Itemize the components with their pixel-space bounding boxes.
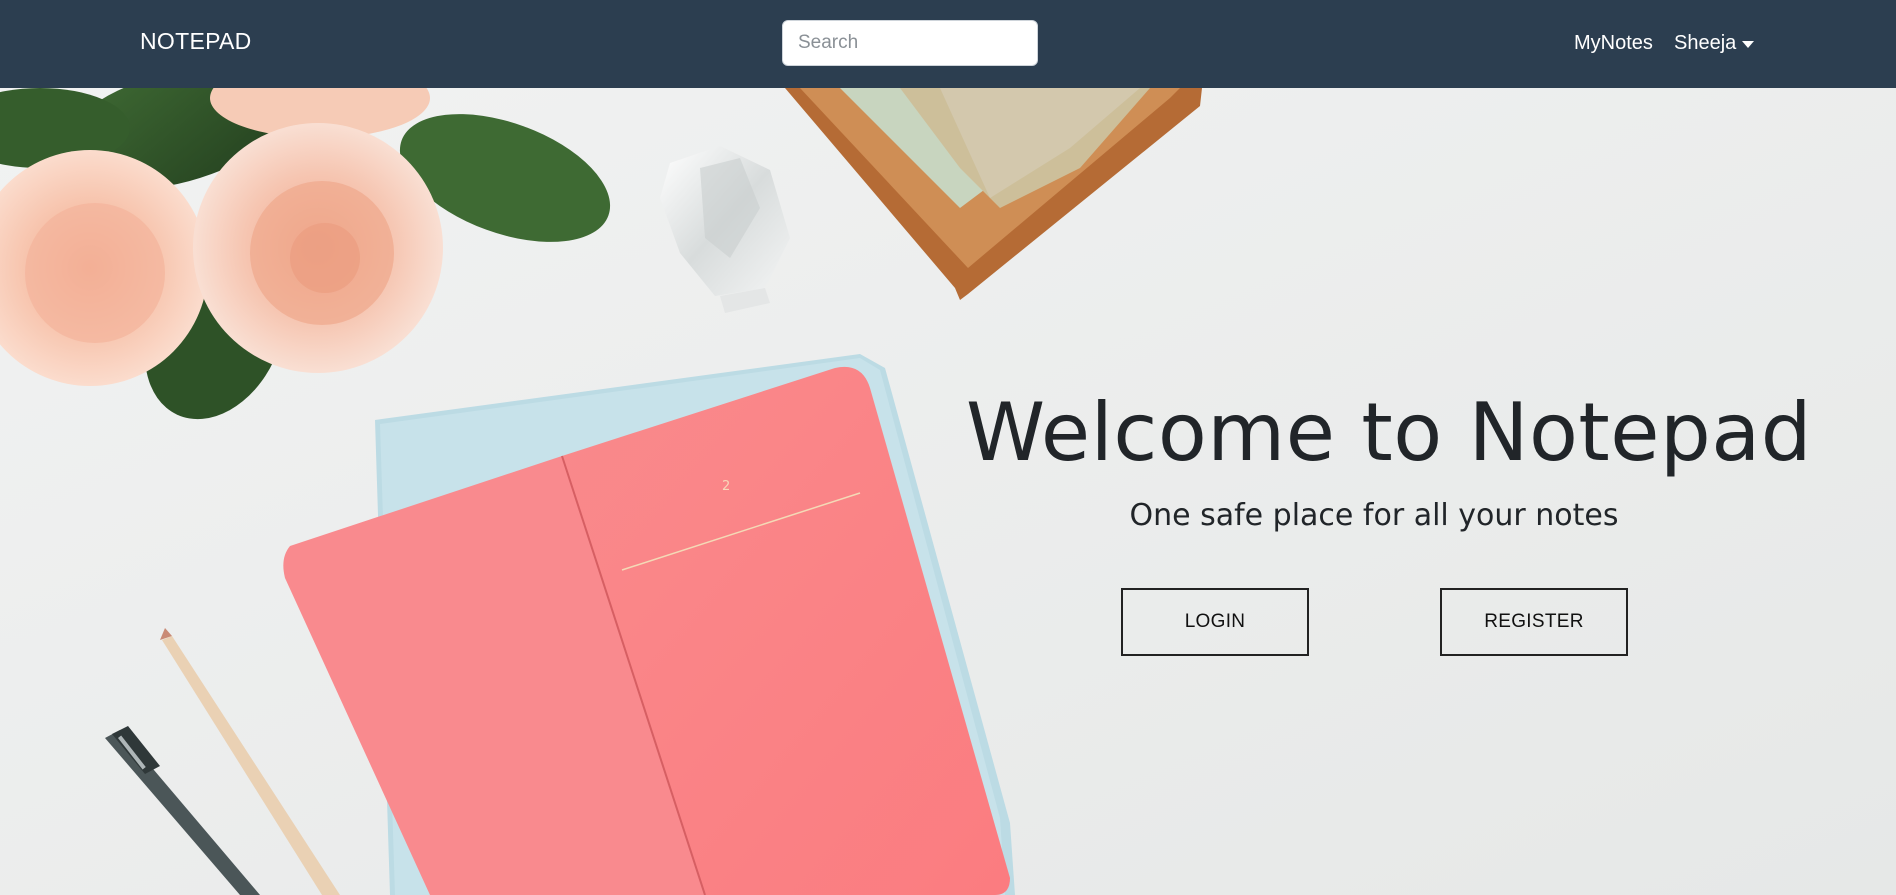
register-button[interactable]: REGISTER: [1440, 588, 1628, 656]
search-input[interactable]: [782, 20, 1038, 66]
user-menu-dropdown[interactable]: Sheeja: [1674, 32, 1755, 55]
top-navbar: NOTEPAD MyNotes Sheeja: [0, 0, 1896, 88]
hero-section: 2 Welcome to Notepad One safe place for …: [0, 88, 1896, 895]
hero-background-image: 2: [0, 88, 1896, 895]
brand-logo[interactable]: NOTEPAD: [140, 28, 252, 55]
nav-link-mynotes[interactable]: MyNotes: [1574, 32, 1653, 55]
notebook-page-number: 2: [722, 479, 730, 494]
user-menu-label: Sheeja: [1674, 32, 1737, 54]
hero-subtitle: One safe place for all your notes: [1129, 498, 1619, 533]
hero-title: Welcome to Notepad: [966, 386, 1813, 479]
caret-down-icon: [1742, 41, 1755, 48]
login-button[interactable]: LOGIN: [1121, 588, 1309, 656]
